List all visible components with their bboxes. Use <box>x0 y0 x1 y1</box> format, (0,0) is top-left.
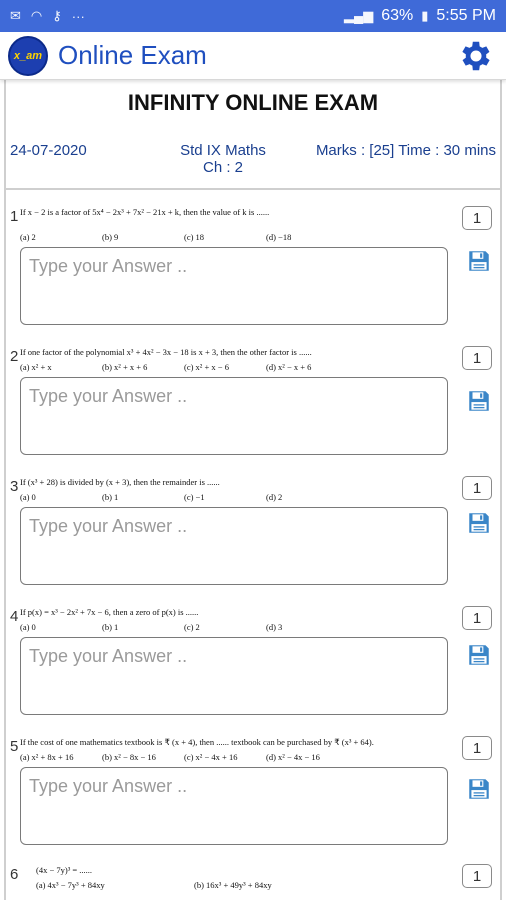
save-icon[interactable] <box>466 510 492 536</box>
option-a: (a) x² + 8x + 16 <box>20 752 74 762</box>
answer-input[interactable] <box>20 507 448 585</box>
option-c: (c) x² − 4x + 16 <box>184 752 238 762</box>
save-icon[interactable] <box>466 248 492 274</box>
option-b: (b) x² − 8x − 16 <box>102 752 156 762</box>
answer-input[interactable] <box>20 377 448 455</box>
option-a: (a) 4x³ − 7y³ + 84xy <box>36 880 105 890</box>
question-item: 1 If x − 2 is a factor of 5x⁴ − 2x³ + 7x… <box>6 206 500 330</box>
header-divider <box>6 188 500 190</box>
app-bar: x_am Online Exam <box>0 32 506 80</box>
option-a: (a) 2 <box>20 232 36 242</box>
question-number: 2 <box>10 348 19 365</box>
marks-badge: 1 <box>462 736 492 760</box>
battery-level: 63% <box>381 7 414 24</box>
question-item: 5 If the cost of one mathematics textboo… <box>6 736 500 850</box>
option-b: (b) 1 <box>102 622 119 632</box>
app-logo: x_am <box>8 35 48 76</box>
key-icon: ⚷ <box>52 8 62 23</box>
question-text: If one factor of the polynomial x³ + 4x²… <box>20 347 312 357</box>
marks-badge: 1 <box>462 476 492 500</box>
option-d: (d) 3 <box>266 622 283 632</box>
question-text: If p(x) = x³ − 2x² + 7x − 6, then a zero… <box>20 607 199 617</box>
option-a: (a) x² + x <box>20 362 52 372</box>
question-text: If x − 2 is a factor of 5x⁴ − 2x³ + 7x² … <box>20 207 270 217</box>
question-item: 3 If (x³ + 28) is divided by (x + 3), th… <box>6 476 500 590</box>
option-b: (b) 9 <box>102 232 119 242</box>
answer-input[interactable] <box>20 637 448 715</box>
option-b: (b) x² + x + 6 <box>102 362 148 372</box>
marks-badge: 1 <box>462 606 492 630</box>
option-b: (b) 16x³ + 49y³ + 84xy <box>194 880 272 890</box>
save-icon[interactable] <box>466 388 492 414</box>
question-item: 6 (4x − 7y)³ = ...... (a) 4x³ − 7y³ + 84… <box>6 864 500 890</box>
option-d: (d) 2 <box>266 492 283 502</box>
question-item: 2 If one factor of the polynomial x³ + 4… <box>6 346 500 460</box>
question-options: (a) 4x³ − 7y³ + 84xy (b) 16x³ + 49y³ + 8… <box>36 880 448 890</box>
save-icon[interactable] <box>466 642 492 668</box>
exam-date: 24-07-2020 <box>10 142 87 159</box>
option-c: (c) 2 <box>184 622 200 632</box>
clock: 5:55 PM <box>436 7 496 24</box>
exam-subject-block: Std IX Maths Ch : 2 <box>140 138 306 176</box>
exam-info: 24-07-2020 Std IX Maths Ch : 2 Marks : [… <box>6 138 500 176</box>
signal-icon: ▂▄▆ <box>344 8 374 23</box>
question-number: 4 <box>10 608 19 625</box>
option-a: (a) 0 <box>20 492 36 502</box>
answer-input[interactable] <box>20 767 448 845</box>
more-dots: ··· <box>71 8 85 24</box>
marks-badge: 1 <box>462 864 492 888</box>
exam-subject: Std IX Maths <box>180 142 266 159</box>
question-text: (4x − 7y)³ = ...... <box>36 865 93 875</box>
exam-content: INFINITY ONLINE EXAM 24-07-2020 Std IX M… <box>4 80 502 900</box>
question-number: 6 <box>10 866 19 883</box>
question-number: 5 <box>10 738 19 755</box>
marks-badge: 1 <box>462 206 492 230</box>
answer-input[interactable] <box>20 247 448 325</box>
question-options: (a) 0 (b) 1 (c) −1 (d) 2 <box>20 492 448 502</box>
question-text: If (x³ + 28) is divided by (x + 3), then… <box>20 477 220 487</box>
option-d: (d) x² − 4x − 16 <box>266 752 320 762</box>
status-bar: ✉ ◠ ⚷ ··· ▂▄▆ 63% ▮ 5:55 PM <box>0 0 506 32</box>
option-c: (c) −1 <box>184 492 205 502</box>
exam-marks-time: Marks : [25] Time : 30 mins <box>315 142 496 159</box>
marks-badge: 1 <box>462 346 492 370</box>
app-title: Online Exam <box>58 40 207 70</box>
question-text: If the cost of one mathematics textbook … <box>20 737 374 747</box>
gear-icon <box>462 41 490 70</box>
settings-button[interactable] <box>454 34 498 78</box>
question-options: (a) 2 (b) 9 (c) 18 (d) −18 <box>20 232 448 242</box>
option-d: (d) x² − x + 6 <box>266 362 312 372</box>
question-options: (a) x² + 8x + 16 (b) x² − 8x − 16 (c) x²… <box>20 752 448 762</box>
battery-icon: ▮ <box>421 8 429 23</box>
question-options: (a) x² + x (b) x² + x + 6 (c) x² + x − 6… <box>20 362 448 372</box>
save-icon[interactable] <box>466 776 492 802</box>
option-a: (a) 0 <box>20 622 36 632</box>
question-number: 3 <box>10 478 19 495</box>
exam-title: INFINITY ONLINE EXAM <box>127 90 379 115</box>
question-options: (a) 0 (b) 1 (c) 2 (d) 3 <box>20 622 448 632</box>
question-item: 4 If p(x) = x³ − 2x² + 7x − 6, then a ze… <box>6 606 500 720</box>
option-c: (c) x² + x − 6 <box>184 362 229 372</box>
wifi-icon: ◠ <box>30 8 43 23</box>
option-c: (c) 18 <box>184 232 205 242</box>
question-number: 1 <box>10 208 19 225</box>
option-b: (b) 1 <box>102 492 119 502</box>
exam-chapter: Ch : 2 <box>202 159 244 176</box>
message-icon: ✉ <box>10 8 21 23</box>
option-d: (d) −18 <box>266 232 292 242</box>
